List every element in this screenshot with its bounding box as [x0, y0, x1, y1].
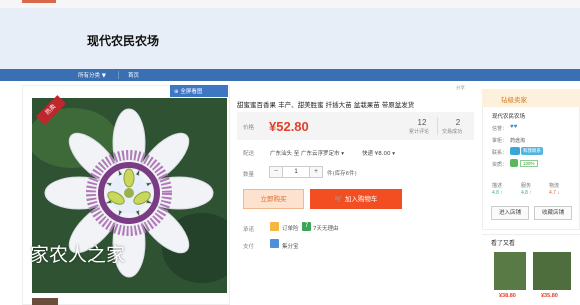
reviews-count[interactable]: 12: [416, 118, 428, 127]
shop-card-header: [482, 89, 580, 107]
rating-description-label: 描述: [492, 183, 503, 189]
order-insurance-icon: [270, 222, 279, 231]
viewed-item-image[interactable]: [494, 252, 526, 290]
price-label: 价格: [243, 125, 255, 131]
rating-description-value: 4.8 ↑: [492, 190, 503, 196]
contact-label: 联系：: [492, 150, 508, 156]
shipping-destination-select[interactable]: 广东汕头 至 广东云浮罗定市 ▾: [270, 149, 344, 157]
seven-day-return-icon: 7: [302, 222, 311, 231]
viewed-section-title: 看了又看: [491, 240, 516, 247]
chat-icon: [510, 147, 520, 155]
payment-label: 支付: [243, 244, 255, 250]
shipping-fee-select[interactable]: 快递 ¥8.00 ▾: [362, 149, 395, 157]
share-link[interactable]: 分享: [456, 85, 465, 91]
rating-service-label: 服务: [521, 183, 532, 189]
viewed-item-image[interactable]: [533, 252, 571, 290]
promise-seven-day-return[interactable]: 7天无理由: [313, 224, 339, 232]
quantity-decrease-button[interactable]: −: [269, 166, 283, 178]
viewed-item-price: ¥35.80: [541, 293, 558, 299]
product-title: 甜蜜蜜百香果 丰产、甜美胜蜜 扦插大苗 盆栽果苗 带原盆发货: [237, 101, 415, 109]
shop-title[interactable]: 现代农民农场: [87, 32, 159, 49]
rating-logistics-value: 4.7 ↓: [549, 190, 560, 196]
rating-service-value: 4.8 ↑: [521, 190, 532, 196]
seller-level-title: 钻级卖家: [501, 96, 527, 104]
fullscreen-label: 全屏看图: [180, 89, 203, 95]
quality-label: 资质：: [492, 162, 508, 168]
credit-label: 信誉：: [492, 126, 508, 132]
quality-value: 100%: [520, 160, 538, 167]
nav-home[interactable]: 首页: [128, 71, 139, 79]
buy-now-button[interactable]: 立即购买: [243, 189, 304, 209]
viewed-item-price: ¥38.80: [499, 293, 516, 299]
promise-order-insurance[interactable]: 订单险: [282, 224, 299, 232]
quantity-label: 数量: [243, 172, 255, 178]
shop-name-link[interactable]: 现代农民农场: [492, 112, 525, 120]
enter-shop-button[interactable]: 进入店铺: [491, 206, 529, 220]
owner-name[interactable]: 药途淘: [510, 137, 525, 144]
nav-divider: [118, 71, 119, 79]
owner-label: 掌柜：: [492, 138, 508, 144]
fullscreen-view-button[interactable]: ⊕ 全屏看图: [170, 85, 228, 97]
watermark: 家农人之家: [30, 244, 126, 266]
thumbnail[interactable]: [32, 298, 58, 305]
stat-divider: [437, 117, 438, 135]
reviews-label[interactable]: 累计评论: [409, 128, 429, 135]
rating-logistics-label: 物流: [549, 183, 560, 189]
payment-method[interactable]: 集分宝: [282, 242, 299, 250]
verified-icon: [510, 159, 518, 167]
sales-label: 交易成功: [442, 129, 463, 135]
top-logo[interactable]: [22, 0, 56, 3]
divider: [482, 234, 580, 235]
favorite-shop-button[interactable]: 收藏店铺: [534, 206, 572, 220]
product-price: ¥52.80: [269, 119, 309, 134]
add-to-cart-button[interactable]: 🛒 加入购物车: [310, 189, 402, 209]
shipping-label: 配送: [243, 151, 255, 157]
add-to-cart-label: 加入购物车: [344, 195, 378, 203]
quantity-input[interactable]: 1: [283, 166, 309, 178]
nav-all-categories[interactable]: 所有分类 ▼: [78, 71, 106, 79]
top-strip: [0, 0, 580, 8]
contact-seller-button[interactable]: 和我联系: [521, 147, 543, 155]
promise-label: 承诺: [243, 227, 255, 233]
payment-icon: [270, 239, 279, 248]
stock-text: 件(库存6件): [327, 171, 357, 177]
cart-icon: 🛒: [334, 195, 345, 203]
credit-diamond-icons: ♥♥: [510, 124, 518, 130]
sales-count: 2: [455, 118, 461, 127]
quantity-increase-button[interactable]: +: [309, 166, 323, 178]
